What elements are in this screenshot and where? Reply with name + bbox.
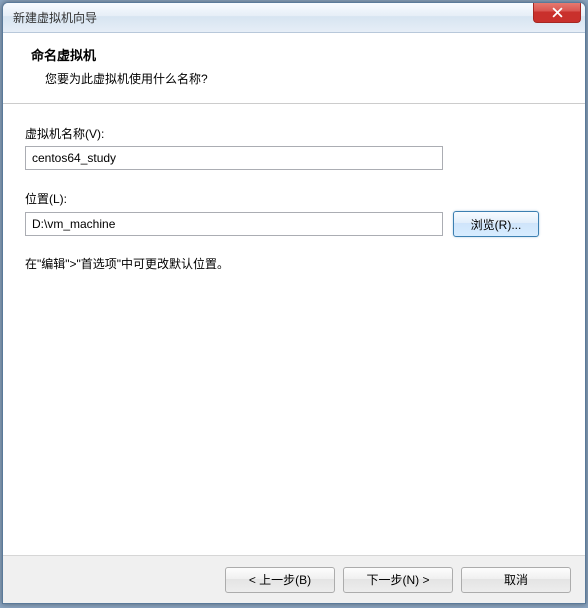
vm-name-row: 虚拟机名称(V):: [25, 125, 563, 170]
footer-bar: < 上一步(B) 下一步(N) > 取消: [3, 555, 585, 603]
titlebar[interactable]: 新建虚拟机向导: [3, 3, 585, 33]
browse-button[interactable]: 浏览(R)...: [453, 211, 539, 237]
header-subtitle: 您要为此虚拟机使用什么名称?: [45, 70, 565, 87]
vm-location-label: 位置(L):: [25, 190, 563, 207]
vm-name-input[interactable]: [25, 146, 443, 170]
next-button[interactable]: 下一步(N) >: [343, 567, 453, 593]
cancel-button[interactable]: 取消: [461, 567, 571, 593]
hint-text: 在"编辑">"首选项"中可更改默认位置。: [25, 255, 563, 272]
vm-location-row: 位置(L): 浏览(R)...: [25, 190, 563, 237]
header-panel: 命名虚拟机 您要为此虚拟机使用什么名称?: [3, 33, 585, 104]
back-button[interactable]: < 上一步(B): [225, 567, 335, 593]
wizard-window: 新建虚拟机向导 命名虚拟机 您要为此虚拟机使用什么名称? 虚拟机名称(V): 位…: [2, 2, 586, 604]
close-icon: [552, 7, 563, 18]
window-title: 新建虚拟机向导: [13, 9, 97, 26]
vm-location-input[interactable]: [25, 212, 443, 236]
close-button[interactable]: [533, 3, 581, 23]
header-title: 命名虚拟机: [31, 45, 565, 64]
vm-name-label: 虚拟机名称(V):: [25, 125, 563, 142]
content-area: 虚拟机名称(V): 位置(L): 浏览(R)... 在"编辑">"首选项"中可更…: [3, 104, 585, 555]
